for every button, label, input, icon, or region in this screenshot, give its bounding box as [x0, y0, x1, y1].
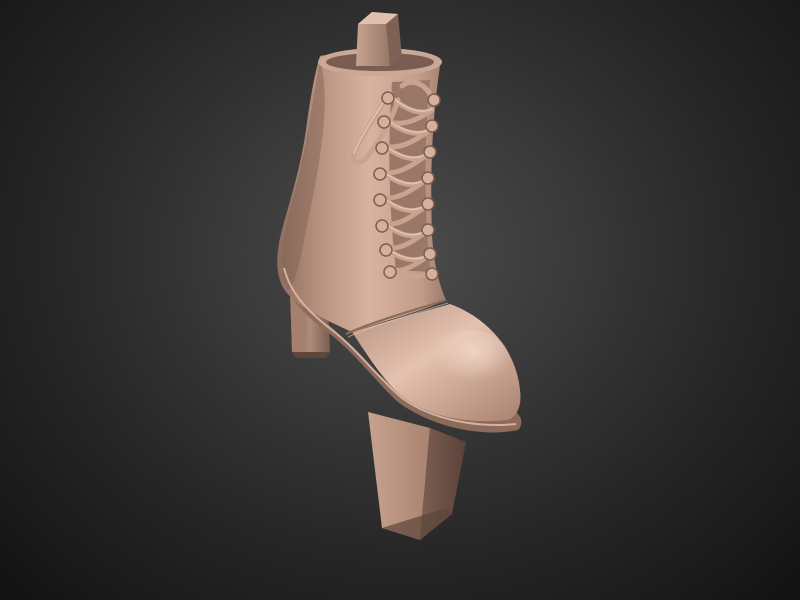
- lower-support-block: [368, 412, 466, 540]
- sculpt-viewport[interactable]: [0, 0, 800, 600]
- last-peg: [356, 12, 402, 66]
- boot-model: [277, 12, 522, 540]
